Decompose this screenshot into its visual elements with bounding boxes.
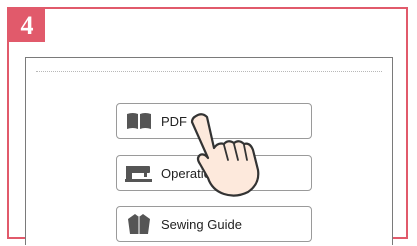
sewing-guide-button[interactable]: Sewing Guide: [116, 206, 312, 242]
pdf-button[interactable]: PDF: [116, 103, 312, 139]
shirt-icon: [123, 213, 155, 235]
book-icon: [123, 110, 155, 132]
sewing-machine-icon: [123, 162, 155, 184]
operation-button[interactable]: Operatio: [116, 155, 312, 191]
step-number-badge: 4: [9, 9, 45, 42]
operation-button-label: Operatio: [161, 165, 211, 181]
header-divider: [36, 71, 382, 72]
device-screen: PDF Operatio Sewing Guide: [25, 57, 393, 245]
sewing-guide-button-label: Sewing Guide: [161, 216, 242, 232]
pdf-button-label: PDF: [161, 113, 187, 129]
